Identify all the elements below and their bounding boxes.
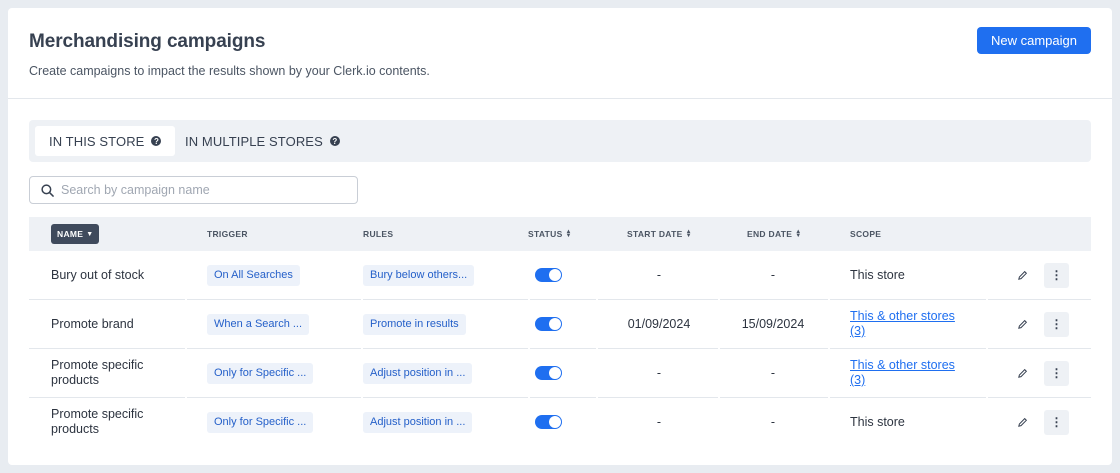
column-label: END DATE (747, 229, 793, 239)
column-label: SCOPE (850, 229, 882, 239)
trigger-tag[interactable]: On All Searches (207, 264, 300, 286)
rules-tag[interactable]: Adjust position in ... (363, 411, 473, 433)
scope-text: This store (850, 415, 905, 429)
status-toggle[interactable] (535, 317, 562, 331)
caret-down-icon: ▼ (86, 230, 94, 238)
rules-tag[interactable]: Promote in results (363, 313, 466, 335)
pencil-icon[interactable] (1017, 251, 1028, 299)
status-toggle[interactable] (535, 366, 562, 380)
pencil-icon[interactable] (1017, 300, 1028, 348)
table-row: Bury out of stock On All Searches Bury b… (29, 251, 1091, 300)
column-status[interactable]: STATUS ▲ ▼ (528, 217, 572, 251)
campaign-name[interactable]: Promote specific products (51, 398, 181, 446)
table-row: Promote specific products Only for Speci… (29, 398, 1091, 447)
start-date: - (656, 415, 662, 429)
start-date: - (656, 366, 662, 380)
column-label: START DATE (627, 229, 683, 239)
page-title: Merchandising campaigns (29, 31, 266, 52)
column-name[interactable]: NAME ▼ (51, 217, 100, 251)
table-row: Promote specific products Only for Speci… (29, 349, 1091, 398)
start-date: 01/09/2024 (627, 317, 691, 331)
status-toggle[interactable] (535, 268, 562, 282)
more-options-icon[interactable]: ⋮ (1044, 311, 1069, 337)
tab-in-this-store[interactable]: IN THIS STORE ? (35, 126, 176, 156)
campaign-name[interactable]: Bury out of stock (51, 251, 181, 299)
table-row: Promote brand When a Search ... Promote … (29, 300, 1091, 349)
page-header: Merchandising campaigns Create campaigns… (8, 8, 1112, 99)
column-start-date[interactable]: START DATE ▲ ▼ (627, 217, 692, 251)
start-date: - (656, 268, 662, 282)
sort-icon: ▲ ▼ (685, 229, 692, 239)
end-date: - (770, 415, 776, 429)
search-input[interactable] (61, 183, 341, 197)
trigger-tag[interactable]: Only for Specific ... (207, 411, 314, 433)
end-date: - (770, 268, 776, 282)
column-rules: RULES (363, 217, 393, 251)
end-date: 15/09/2024 (741, 317, 805, 331)
campaigns-card: Merchandising campaigns Create campaigns… (8, 8, 1112, 465)
column-scope: SCOPE (850, 217, 881, 251)
trigger-tag[interactable]: When a Search ... (207, 313, 310, 335)
question-circle-icon[interactable]: ? (151, 136, 162, 146)
search-box[interactable] (29, 176, 358, 204)
sort-icon: ▲ ▼ (565, 229, 572, 239)
status-toggle[interactable] (535, 415, 562, 429)
search-icon (41, 183, 54, 197)
store-tabs: IN THIS STORE ? IN MULTIPLE STORES ? (29, 120, 1091, 162)
more-options-icon[interactable]: ⋮ (1044, 262, 1069, 288)
campaign-name[interactable]: Promote specific products (51, 349, 181, 397)
column-label: RULES (363, 229, 394, 239)
sort-icon: ▲ ▼ (795, 229, 802, 239)
tab-label: IN THIS STORE (49, 133, 145, 149)
pencil-icon[interactable] (1017, 349, 1028, 397)
question-circle-icon[interactable]: ? (329, 136, 340, 146)
more-options-icon[interactable]: ⋮ (1044, 360, 1069, 386)
rules-tag[interactable]: Adjust position in ... (363, 362, 473, 384)
new-campaign-button[interactable]: New campaign (977, 27, 1091, 54)
column-label: NAME (57, 229, 84, 239)
column-label: STATUS (528, 229, 563, 239)
scope-text: This store (850, 268, 905, 282)
tab-in-multiple-stores[interactable]: IN MULTIPLE STORES ? (171, 126, 354, 156)
column-label: TRIGGER (207, 229, 248, 239)
trigger-tag[interactable]: Only for Specific ... (207, 362, 314, 384)
tab-label: IN MULTIPLE STORES (185, 133, 323, 149)
scope-link[interactable]: This & other stores (3) (850, 358, 960, 388)
campaign-name[interactable]: Promote brand (51, 300, 181, 348)
scope-link[interactable]: This & other stores (3) (850, 309, 960, 339)
rules-tag[interactable]: Bury below others... (363, 264, 475, 286)
table-header: NAME ▼ TRIGGER RULES STATUS ▲ ▼ START DATE… (29, 217, 1091, 251)
pencil-icon[interactable] (1017, 398, 1028, 446)
page-subtitle: Create campaigns to impact the results s… (29, 64, 430, 78)
name-sort-pill[interactable]: NAME ▼ (51, 224, 100, 244)
column-end-date[interactable]: END DATE ▲ ▼ (747, 217, 801, 251)
column-trigger: TRIGGER (207, 217, 248, 251)
more-options-icon[interactable]: ⋮ (1044, 409, 1069, 435)
end-date: - (770, 366, 776, 380)
